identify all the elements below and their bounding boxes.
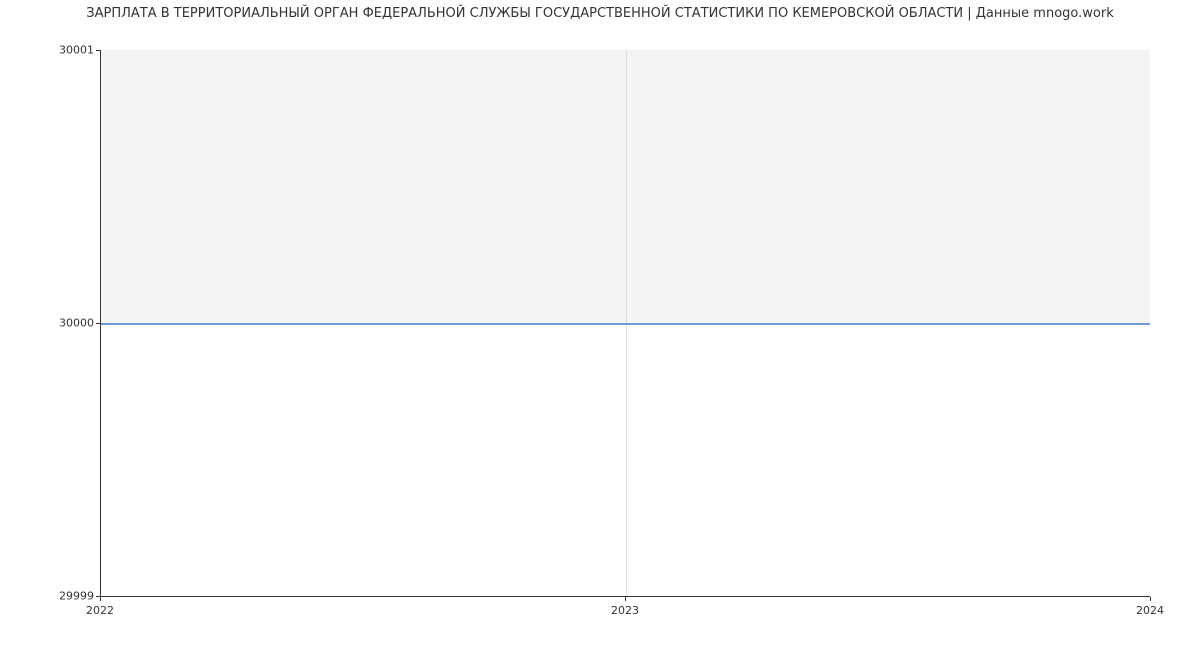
xtick-label: 2024 (1136, 604, 1164, 617)
ytick-label: 30001 (59, 44, 94, 57)
plot-area (100, 50, 1150, 597)
xtick-label: 2023 (611, 604, 639, 617)
chart-title: ЗАРПЛАТА В ТЕРРИТОРИАЛЬНЫЙ ОРГАН ФЕДЕРАЛ… (0, 6, 1200, 21)
xtick-label: 2022 (86, 604, 114, 617)
xtick-mark (1150, 597, 1151, 601)
ytick-label: 29999 (59, 590, 94, 603)
xtick-mark (100, 597, 101, 601)
xtick-mark (625, 597, 626, 601)
ytick-mark (96, 323, 100, 324)
line-chart: ЗАРПЛАТА В ТЕРРИТОРИАЛЬНЫЙ ОРГАН ФЕДЕРАЛ… (0, 0, 1200, 650)
ytick-label: 30000 (59, 317, 94, 330)
ytick-mark (96, 50, 100, 51)
data-line (101, 323, 1150, 325)
